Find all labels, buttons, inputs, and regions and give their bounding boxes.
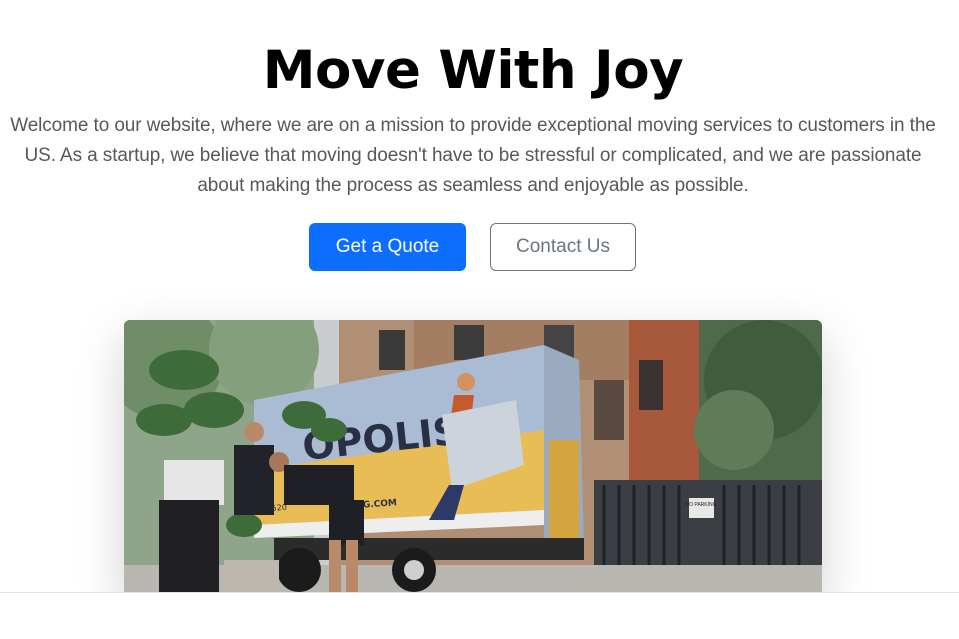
contact-us-button[interactable]: Contact Us [490, 223, 636, 271]
get-a-quote-button[interactable]: Get a Quote [309, 223, 466, 271]
hero-photo: NO PARKING OPOLIS MOVING.COM 18) 520 [124, 320, 822, 592]
no-parking-sign: NO PARKING [685, 502, 716, 508]
moving-truck-illustration: NO PARKING OPOLIS MOVING.COM 18) 520 [124, 320, 822, 592]
hero-lead-text: Welcome to our website, where we are on … [10, 115, 936, 196]
page-title: Move With Joy [262, 40, 684, 101]
section-divider [0, 592, 959, 593]
hero-section: Move With Joy Welcome to our website, wh… [0, 0, 959, 592]
